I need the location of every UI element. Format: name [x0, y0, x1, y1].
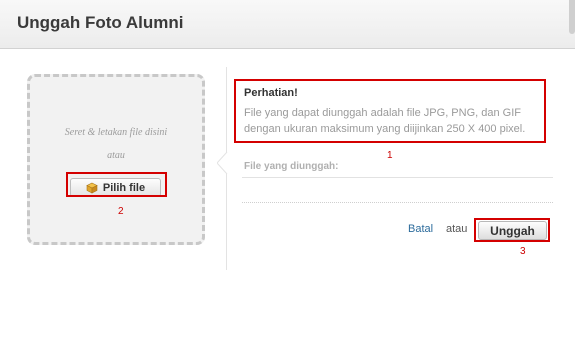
scrollbar[interactable]	[569, 0, 575, 34]
uploaded-divider	[242, 177, 553, 178]
uploaded-files-label: File yang diunggah:	[244, 161, 339, 172]
dialog-header: Unggah Foto Alumni	[0, 0, 575, 49]
annotation-number-2: 2	[118, 206, 124, 217]
upload-dialog: Unggah Foto Alumni Seret & letakan file …	[0, 0, 575, 353]
dialog-title: Unggah Foto Alumni	[17, 13, 184, 32]
dropzone-or-text: atau	[107, 150, 125, 161]
or-text: atau	[446, 223, 468, 235]
pointer-notch	[217, 152, 228, 174]
annotation-box-1	[234, 79, 546, 143]
annotation-number-1: 1	[387, 150, 393, 161]
uploaded-list-divider	[242, 202, 553, 203]
annotation-number-3: 3	[520, 246, 526, 257]
annotation-box-2	[66, 172, 167, 197]
dropzone-hint: Seret & letakan file disini	[64, 127, 168, 138]
annotation-box-3	[474, 218, 550, 242]
cancel-link[interactable]: Batal	[408, 223, 433, 235]
file-dropzone[interactable]: Seret & letakan file disini atau Pilih f…	[27, 74, 205, 245]
